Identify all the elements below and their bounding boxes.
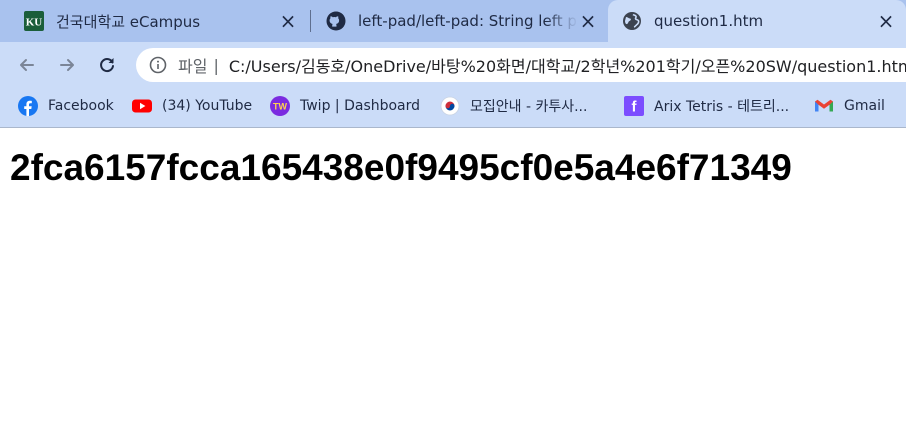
reload-button[interactable]	[92, 50, 122, 80]
bookmark-label: (34) YouTube	[162, 98, 253, 114]
bookmark-youtube[interactable]: (34) YouTube	[132, 88, 252, 124]
twip-icon: TW	[270, 96, 290, 116]
bookmark-twip[interactable]: TW Twip | Dashboard	[270, 88, 420, 124]
korea-flag-icon	[440, 96, 460, 116]
scheme-label: 파일	[178, 57, 208, 76]
bookmark-label: Arix Tetris - 테트리...	[654, 99, 790, 115]
bookmark-label: 모집안내 - 카투사...	[470, 99, 588, 115]
close-icon[interactable]: ×	[278, 9, 298, 33]
bookmark-katusa[interactable]: 모집안내 - 카투사...	[440, 88, 587, 124]
tab-title: question1.htm	[654, 12, 764, 30]
bookmark-label: Facebook	[48, 98, 114, 114]
page-heading: 2fca6157fcca165438e0f9495cf0e5a4e6f71349	[10, 147, 792, 188]
close-icon[interactable]: ×	[578, 9, 598, 33]
tab-strip: KU 건국대학교 eCampus × left-pad/left-pad: St…	[0, 0, 906, 42]
bookmark-facebook[interactable]: Facebook	[18, 88, 114, 124]
tab-question1[interactable]: question1.htm ×	[608, 0, 906, 42]
browser-toolbar: 파일 | C:/Users/김동호/OneDrive/바탕%20화면/대학교/2…	[0, 42, 906, 88]
github-icon	[326, 11, 346, 31]
scheme-divider: |	[213, 55, 219, 75]
tab-title: 건국대학교 eCampus	[56, 12, 201, 31]
youtube-icon	[132, 96, 152, 116]
gmail-icon	[814, 96, 834, 116]
address-bar[interactable]: 파일 | C:/Users/김동호/OneDrive/바탕%20화면/대학교/2…	[136, 48, 906, 82]
bookmark-gmail[interactable]: Gmail	[814, 88, 885, 124]
forward-button[interactable]	[52, 50, 82, 80]
bookmarks-bar: Facebook (34) YouTube TW Twip | Dashboar…	[0, 88, 906, 128]
close-icon[interactable]: ×	[876, 9, 896, 33]
tab-divider	[310, 10, 311, 32]
svg-text:KU: KU	[26, 17, 43, 29]
bookmark-label: Twip | Dashboard	[300, 98, 421, 114]
svg-text:TW: TW	[273, 102, 287, 112]
arrow-left-icon	[20, 59, 34, 71]
page-content: 2fca6157fcca165438e0f9495cf0e5a4e6f71349	[0, 129, 906, 421]
globe-icon	[622, 11, 642, 31]
reload-icon	[100, 58, 114, 73]
arrow-right-icon	[60, 59, 74, 71]
url-text[interactable]: C:/Users/김동호/OneDrive/바탕%20화면/대학교/2학년%20…	[229, 53, 906, 77]
tab-title: left-pad/left-pad: String left pad	[358, 12, 578, 30]
bookmark-arix-tetris[interactable]: f Arix Tetris - 테트리...	[624, 88, 789, 124]
back-button[interactable]	[12, 50, 42, 80]
tab-ecampus[interactable]: KU 건국대학교 eCampus ×	[0, 0, 308, 42]
info-icon[interactable]	[148, 55, 168, 75]
tab-left-pad[interactable]: left-pad/left-pad: String left pad ×	[312, 0, 608, 42]
facebook-icon	[18, 96, 38, 116]
bookmark-label: Gmail	[844, 98, 885, 114]
konkuk-ku-icon: KU	[24, 11, 44, 31]
arix-f-icon: f	[624, 96, 644, 116]
